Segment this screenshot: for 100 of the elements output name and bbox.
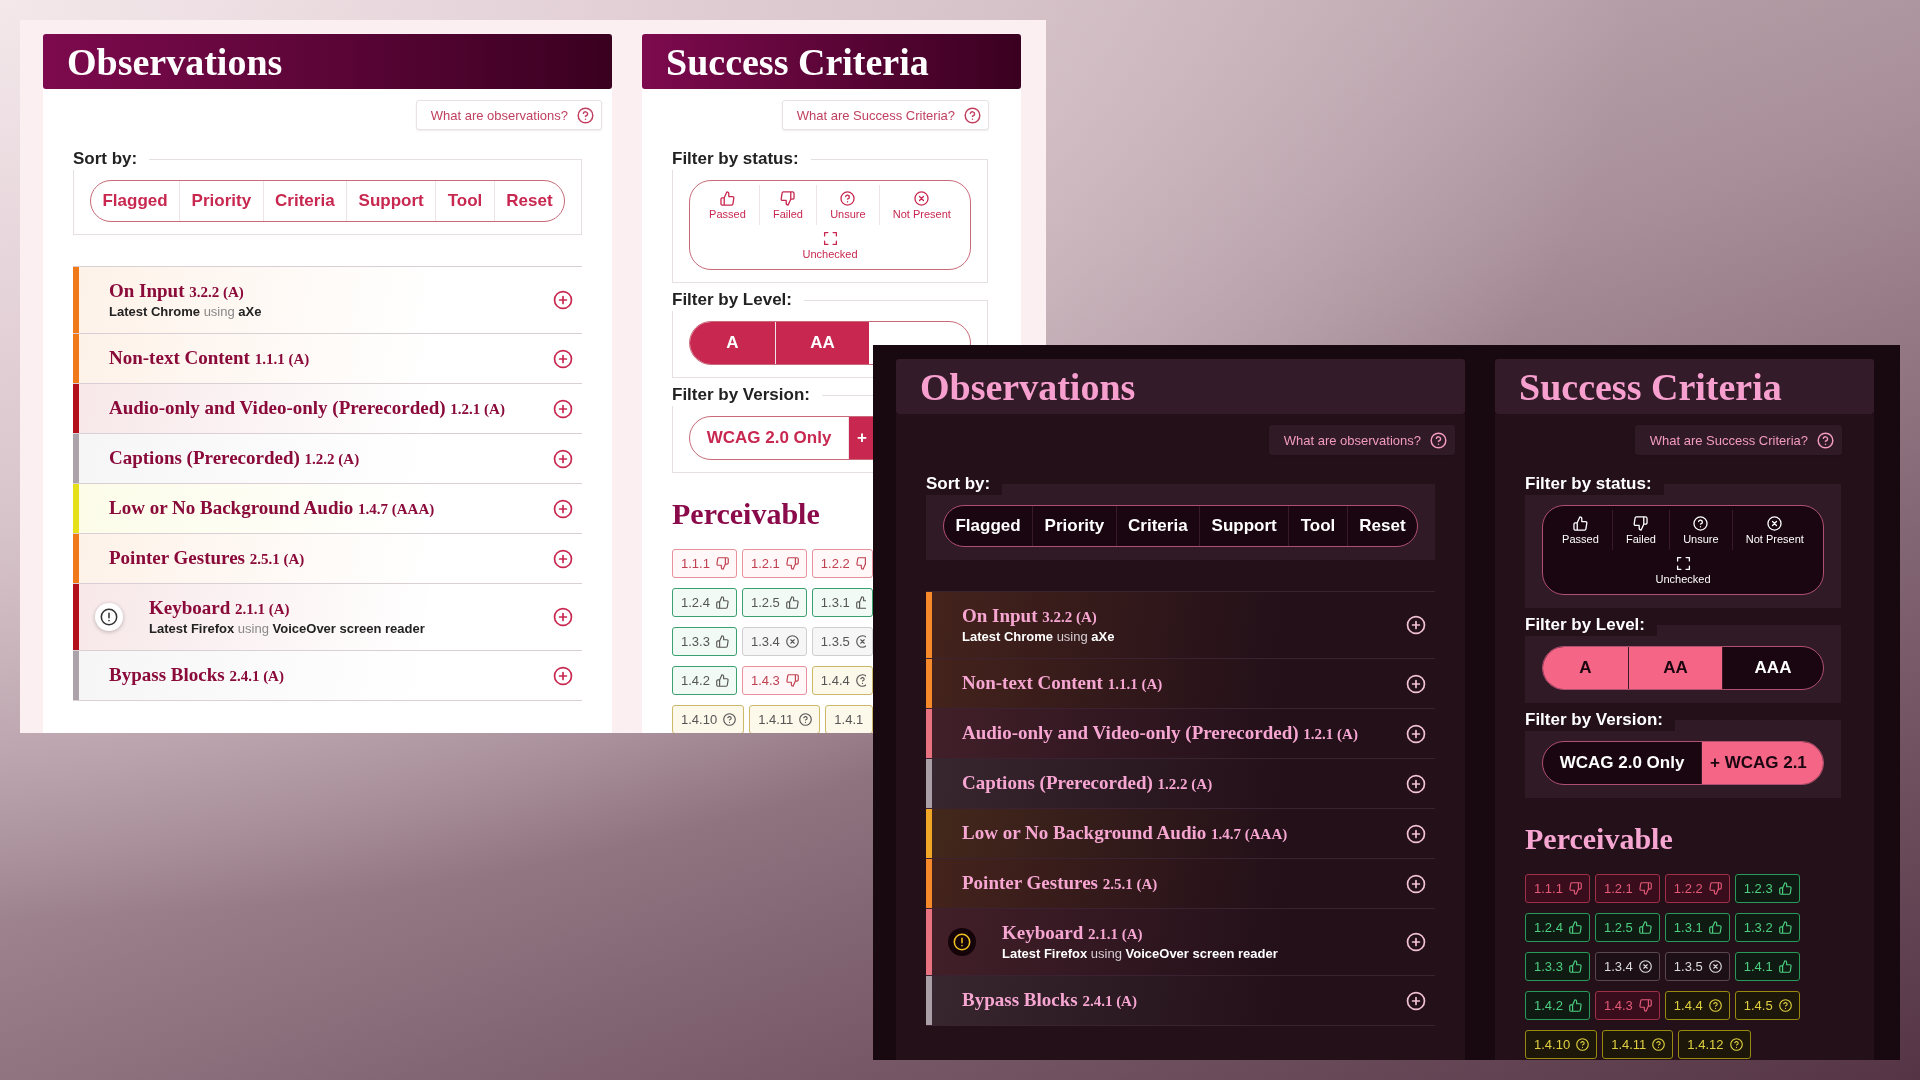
criterion-chip[interactable]: 1.3.4 [741,627,807,656]
criterion-chip[interactable]: 1.4.11 [1602,1030,1674,1059]
status-filter-button[interactable]: Not Present [1731,510,1817,550]
corners-icon [1674,555,1692,572]
criterion-chip[interactable]: 1.2.2 [811,549,873,578]
status-filter-button[interactable]: Not Present [878,185,964,225]
status-filter-button[interactable]: Unsure [816,185,879,225]
status-filter-button[interactable]: Unchecked [696,225,964,265]
observation-title: Captions (Prerecorded) 1.2.2 (A) [962,772,1214,795]
criterion-chip[interactable]: 1.3.1 [1664,913,1730,942]
expand-button[interactable] [1405,772,1427,795]
criterion-chip[interactable]: 1.3.4 [1594,952,1660,981]
version-button[interactable]: + [848,417,873,459]
thumbs-up-icon [1707,920,1723,935]
level-button[interactable]: A [690,322,775,364]
thumbs-down-icon [1637,881,1653,896]
question-icon [1651,1037,1667,1052]
plus-icon [552,497,574,520]
expand-button[interactable] [552,497,574,520]
sort-button[interactable]: Reset [1346,506,1417,546]
criterion-chip[interactable]: 1.4.3 [1594,991,1660,1020]
criterion-chip[interactable]: 1.4.10 [1525,1030,1598,1059]
criterion-chip[interactable]: 1.2.4 [1525,913,1590,942]
status-filter-button[interactable]: Unsure [1669,510,1732,550]
criterion-chip[interactable]: 1.1.1 [1525,874,1590,903]
criterion-chip[interactable]: 1.3.1 [811,588,873,617]
criterion-chip[interactable]: 1.3.5 [811,627,873,656]
criterion-chip[interactable]: 1.4.5 [1734,991,1800,1020]
expand-button[interactable] [552,347,574,370]
sort-button[interactable]: Support [1199,506,1289,546]
expand-button[interactable] [1405,722,1427,745]
criterion-chip[interactable]: 1.4.12 [1678,1030,1751,1059]
expand-button[interactable] [552,606,574,628]
sort-button[interactable]: Criteria [262,181,347,221]
criterion-chip[interactable]: 1.3.3 [1525,952,1590,981]
criterion-chip[interactable]: 1.2.1 [1594,874,1660,903]
thumbs-up-icon [1567,998,1583,1013]
criterion-chip[interactable]: 1.1.1 [672,549,737,578]
sort-button[interactable]: Tool [435,181,494,221]
criterion-chip[interactable]: 1.2.1 [741,549,807,578]
observation-title: On Input 3.2.2 (A) [109,280,245,303]
expand-button[interactable] [1405,822,1427,845]
expand-button[interactable] [1405,989,1427,1012]
expand-button[interactable] [552,664,574,687]
criterion-chip[interactable]: 1.4.10 [672,705,745,733]
status-filter-button[interactable]: Unchecked [1549,550,1817,590]
help-button[interactable]: What are Success Criteria? [781,100,989,130]
criterion-chip[interactable]: 1.4.4 [1664,991,1730,1020]
section-title: Perceivable [1525,821,1674,857]
observation-title: Audio-only and Video-only (Prerecorded) 1.2.1 (A) [962,722,1359,745]
expand-button[interactable] [1405,872,1427,895]
criterion-chip[interactable]: 1.4.2 [672,666,737,695]
sort-button[interactable]: Support [346,181,436,221]
criterion-chip[interactable]: 1.2.3 [1734,874,1800,903]
criterion-chip[interactable]: 1.4.4 [811,666,873,695]
criterion-chip[interactable]: 1.4.1 [825,705,873,733]
level-button[interactable]: AA [1628,647,1722,689]
expand-button[interactable] [552,397,574,420]
sort-button[interactable]: Priority [179,181,263,221]
cross-circle-icon [1766,515,1784,532]
level-button[interactable]: A [1543,647,1628,689]
expand-button[interactable] [552,447,574,470]
question-icon [1777,998,1793,1013]
criterion-chip[interactable]: 1.4.3 [741,666,807,695]
expand-button[interactable] [552,289,574,311]
version-button[interactable]: WCAG 2.0 Only [690,417,848,459]
sort-button[interactable]: Priority [1032,506,1116,546]
criterion-chip[interactable]: 1.2.5 [1594,913,1660,942]
status-filter-button[interactable]: Passed [696,185,759,225]
sort-button[interactable]: Reset [493,181,564,221]
version-button[interactable]: + WCAG 2.1 [1701,742,1823,784]
status-filter-button[interactable]: Failed [1611,510,1670,550]
help-button[interactable]: What are observations? [415,100,602,130]
observation-title: Non-text Content 1.1.1 (A) [109,347,311,370]
criterion-chip[interactable]: 1.3.2 [1734,913,1800,942]
criterion-chip[interactable]: 1.3.5 [1664,952,1730,981]
observation-title: Keyboard 2.1.1 (A) [149,597,291,620]
expand-button[interactable] [1405,672,1427,695]
sort-button[interactable]: Criteria [1115,506,1200,546]
sort-button[interactable]: Flagged [91,181,180,221]
status-filter-button[interactable]: Failed [758,185,817,225]
question-icon [854,673,866,688]
observation-title: Bypass Blocks 2.4.1 (A) [962,989,1138,1012]
level-button[interactable]: AA [775,322,869,364]
criterion-chip[interactable]: 1.2.2 [1664,874,1730,903]
help-button[interactable]: What are observations? [1268,425,1455,455]
expand-button[interactable] [552,547,574,570]
sort-button[interactable]: Tool [1288,506,1347,546]
panel-title: Success Criteria [666,39,929,84]
criterion-chip[interactable]: 1.2.5 [741,588,807,617]
status-filter-button[interactable]: Passed [1549,510,1612,550]
sort-button[interactable]: Flagged [944,506,1033,546]
criterion-chip[interactable]: 1.3.3 [672,627,737,656]
help-button[interactable]: What are Success Criteria? [1634,425,1842,455]
criterion-chip[interactable]: 1.4.11 [749,705,821,733]
version-button[interactable]: WCAG 2.0 Only [1543,742,1701,784]
criterion-chip[interactable]: 1.4.1 [1734,952,1800,981]
criterion-chip[interactable]: 1.2.4 [672,588,737,617]
criterion-chip[interactable]: 1.4.2 [1525,991,1590,1020]
level-button[interactable]: AAA [1722,647,1823,689]
